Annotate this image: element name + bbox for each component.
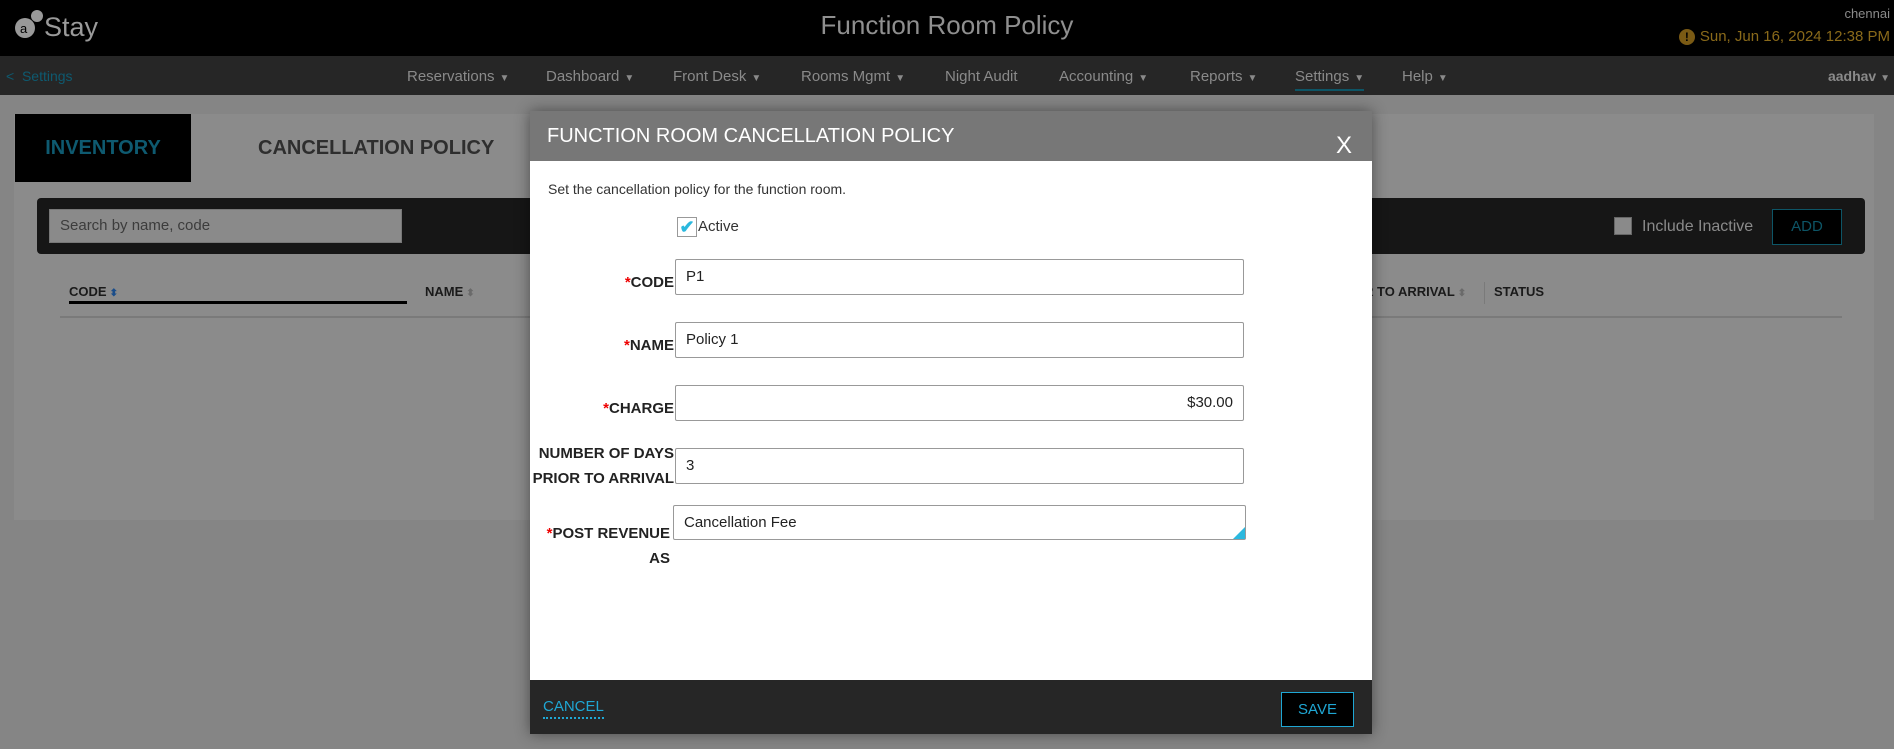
tab-inventory-blocks[interactable]: INVENTORY BLOCKS [15, 114, 191, 227]
selected-value: Cancellation Fee [684, 514, 797, 531]
column-label: R TO ARRIVAL [1364, 284, 1455, 299]
nav-label: Reports [1190, 68, 1243, 85]
days-prior-input[interactable]: 3 [675, 448, 1244, 484]
nav-label: Reservations [407, 68, 495, 85]
nav-reports[interactable]: Reports ▼ [1190, 68, 1257, 85]
tab-cancellation-policy[interactable]: CANCELLATION POLICY [258, 114, 494, 182]
sort-indicator [69, 301, 407, 304]
column-label: CODE [69, 284, 107, 299]
save-button[interactable]: SAVE [1281, 692, 1354, 727]
caret-down-icon: ▼ [1138, 73, 1149, 84]
active-checkbox[interactable]: ✔ [677, 217, 697, 237]
warning-icon: ! [1678, 28, 1695, 45]
caret-down-icon: ▼ [499, 73, 510, 84]
nav-reservations[interactable]: Reservations ▼ [407, 68, 509, 85]
add-button[interactable]: ADD [1772, 209, 1842, 245]
name-label: *NAME [623, 337, 674, 354]
caret-down-icon: ▼ [1354, 73, 1365, 84]
nav-label: Dashboard [546, 68, 620, 85]
user-name: aadhav [1827, 68, 1877, 84]
user-menu[interactable]: aadhav ▼ [1828, 68, 1890, 84]
date-text: Sun, Jun 16, 2024 12:38 PM [1699, 28, 1890, 45]
column-divider [1484, 282, 1485, 304]
code-input[interactable]: P1 [675, 259, 1244, 295]
nav-night-audit[interactable]: Night Audit [945, 68, 1018, 85]
column-header-code[interactable]: CODE ⬍ [69, 284, 118, 299]
caret-down-icon: ▼ [624, 73, 635, 84]
post-revenue-select[interactable]: Cancellation Fee [673, 505, 1246, 540]
sort-icon: ⬍ [466, 288, 475, 299]
cancel-button[interactable]: CANCEL [543, 698, 604, 719]
sort-icon: ⬍ [1457, 288, 1467, 299]
nav-label: Night Audit [945, 68, 1018, 85]
caret-down-icon: ▼ [751, 73, 762, 84]
property-location[interactable]: chennai [1844, 6, 1890, 21]
caret-down-icon: ▼ [1437, 73, 1448, 84]
nav-accounting[interactable]: Accounting ▼ [1059, 68, 1148, 85]
days-prior-label: NUMBER OF DAYS PRIOR TO ARRIVAL [532, 445, 674, 487]
charge-label: *CHARGE [603, 400, 674, 417]
dialog-header: FUNCTION ROOM CANCELLATION POLICY X [530, 111, 1372, 161]
back-label: Settings [21, 68, 73, 84]
column-header-days-prior[interactable]: R TO ARRIVAL ⬍ [1364, 284, 1466, 299]
charge-input[interactable]: $30.00 [675, 385, 1244, 421]
dialog-footer: CANCEL SAVE [530, 680, 1372, 734]
dialog-description: Set the cancellation policy for the func… [548, 181, 847, 197]
include-inactive-checkbox[interactable] [1614, 217, 1632, 235]
nav-help[interactable]: Help ▼ [1402, 68, 1448, 85]
active-label: Active [698, 218, 739, 235]
checkmark-icon: ✔ [679, 217, 695, 237]
caret-down-icon: ▼ [1880, 73, 1890, 84]
back-to-settings-link[interactable]: < Settings [6, 68, 73, 84]
column-header-status[interactable]: STATUS [1494, 284, 1544, 299]
nav-bar: < Settings Reservations ▼ Dashboard ▼ Fron… [0, 56, 1894, 95]
name-input[interactable]: Policy 1 [675, 322, 1244, 358]
dialog-title: FUNCTION ROOM CANCELLATION POLICY [547, 125, 955, 147]
nav-dashboard[interactable]: Dashboard ▼ [546, 68, 634, 85]
search-input[interactable]: Search by name, code [49, 209, 402, 243]
nav-rooms-mgmt[interactable]: Rooms Mgmt ▼ [801, 68, 905, 85]
nav-label: Rooms Mgmt [801, 68, 891, 85]
dropdown-corner-icon [1233, 527, 1245, 539]
nav-label: Help [1402, 68, 1433, 85]
include-inactive-label: Include Inactive [1642, 218, 1754, 235]
nav-front-desk[interactable]: Front Desk ▼ [673, 68, 761, 85]
business-date: ! Sun, Jun 16, 2024 12:38 PM [1678, 28, 1890, 45]
column-label: NAME [425, 284, 464, 299]
nav-label: Settings [1295, 68, 1350, 85]
column-header-name[interactable]: NAME ⬍ [425, 284, 475, 299]
nav-label: Front Desk [673, 68, 747, 85]
post-revenue-label: *POST REVENUE AS [546, 525, 670, 567]
nav-settings[interactable]: Settings ▼ [1295, 68, 1365, 91]
top-bar: a Stay Function Room Policy chennai ! Sun… [0, 0, 1894, 56]
cancellation-policy-dialog: FUNCTION ROOM CANCELLATION POLICY X Set … [530, 111, 1372, 734]
sort-icon: ⬍ [109, 288, 118, 299]
close-icon[interactable]: X [1336, 121, 1352, 171]
code-label: *CODE [624, 274, 674, 291]
caret-down-icon: ▼ [895, 73, 906, 84]
nav-label: Accounting [1059, 68, 1134, 85]
caret-down-icon: ▼ [1247, 73, 1258, 84]
page-title: Function Room Policy [820, 10, 1074, 40]
